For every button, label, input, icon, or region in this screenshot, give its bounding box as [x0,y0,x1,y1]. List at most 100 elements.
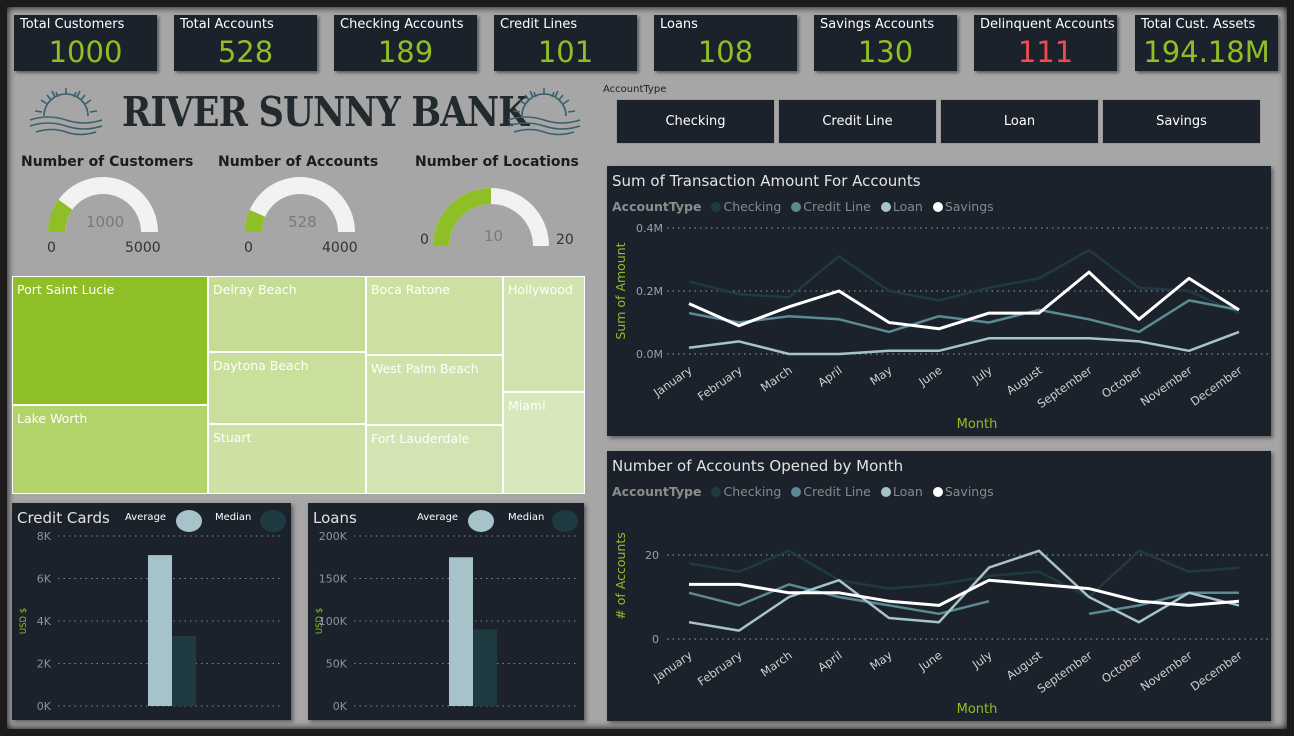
gauge-min: 0 [47,240,56,256]
accounts-line-chart: 20 0 January February March April May June July A… [613,532,1269,717]
gauge-min: 0 [244,240,253,256]
y-axis-label: USD $ [315,608,325,634]
kpi-label: Delinquent Accounts [980,17,1115,32]
bar-average[interactable] [148,555,172,706]
bar-median[interactable] [473,629,497,707]
x-axis-label: Month [957,702,998,717]
x-tick-label: July [969,363,995,387]
kpi-checking-accounts: Checking Accounts 189 [334,15,477,71]
x-tick-label: February [695,648,745,689]
treemap-tile[interactable]: Hollywood [503,276,585,392]
series-line-loan[interactable] [688,330,1240,356]
x-tick-label: June [915,648,944,674]
bar-median[interactable] [172,635,196,706]
kpi-value: 111 [1017,35,1074,69]
treemap-tile[interactable]: Delray Beach [208,276,366,352]
kpi-value: 194.18M [1143,35,1270,69]
loans-panel: Loans Average Median 200K 150K 100K 50K 0K US… [308,503,584,720]
x-tick-label: December [1188,648,1245,694]
gauge-min: 0 [420,232,429,248]
gauge-max: 4000 [322,240,358,256]
y-tick-label: 50K [326,658,348,671]
loans-bar-chart: 200K150K100K50K0KUSD $ [315,530,576,713]
x-tick-label: November [1138,363,1195,409]
y-tick-label: 0 [652,633,659,646]
x-tick-label: March [758,648,795,680]
x-tick-label: May [867,363,895,388]
kpi-total-customers: Total Customers 1000 [14,15,157,71]
x-tick-label: March [758,363,795,395]
kpi-value: 130 [857,35,914,69]
kpi-label: Savings Accounts [820,17,935,32]
x-tick-label: April [815,363,845,390]
treemap-tile[interactable]: West Palm Beach [366,355,503,425]
locations-treemap: Port Saint Lucie Lake Worth Delray Beach… [12,276,585,494]
kpi-value: 108 [697,35,754,69]
kpi-value: 101 [537,35,594,69]
x-tick-label: November [1138,648,1195,694]
bank-name: RIVER SUNNY BANK [122,88,529,136]
treemap-tile[interactable]: Miami [503,392,585,494]
gauge-max: 5000 [125,240,161,256]
x-tick-label: February [695,363,745,404]
x-tick-label: June [915,363,944,389]
y-tick-label: 20 [645,549,659,562]
y-tick-label: 4K [37,615,52,628]
x-tick-label: April [815,648,845,675]
treemap-tile[interactable]: Lake Worth [12,405,208,494]
treemap-tile[interactable]: Stuart [208,424,366,494]
slicer-option-savings[interactable]: Savings [1102,99,1261,144]
kpi-label: Total Customers [20,17,125,32]
y-tick-label: 0.0M [636,348,663,361]
kpi-label: Total Cust. Assets [1141,17,1256,32]
x-tick-label: January [650,648,695,685]
x-tick-label: September [1035,363,1095,411]
x-tick-label: October [1099,363,1145,401]
kpi-label: Total Accounts [180,17,274,32]
gauge-max: 20 [556,232,574,248]
treemap-tile[interactable]: Port Saint Lucie [12,276,208,405]
kpi-total-accounts: Total Accounts 528 [174,15,317,71]
treemap-tile[interactable]: Fort Lauderdale [366,425,503,494]
treemap-tile[interactable]: Boca Ratone [366,276,503,355]
bar-average[interactable] [449,557,473,706]
gauge-title-accounts: Number of Accounts [218,154,379,170]
y-tick-label: 150K [319,573,348,586]
x-tick-label: August [1004,363,1045,398]
credit-cards-panel: Credit Cards Average Median 8K 6K 4K 2K 0K US… [12,503,291,720]
treemap-tile[interactable]: Daytona Beach [208,352,366,424]
y-axis-label: USD $ [19,608,29,634]
transaction-amount-panel: Sum of Transaction Amount For Accounts A… [607,166,1271,436]
kpi-delinquent-accounts: Delinquent Accounts 111 [974,15,1117,71]
y-tick-label: 0.4M [636,222,663,235]
transaction-line-chart: 0.4M 0.2M 0.0M January February March April May… [613,222,1269,432]
x-tick-label: July [969,648,995,672]
x-tick-label: December [1188,363,1245,409]
x-tick-label: May [867,648,895,673]
x-tick-label: September [1035,648,1095,696]
gauge-title-customers: Number of Customers [21,154,194,170]
y-tick-label: 0K [333,700,348,713]
kpi-credit-lines: Credit Lines 101 [494,15,637,71]
sunrise-waves-icon [507,88,581,136]
kpi-total-assets: Total Cust. Assets 194.18M [1135,15,1278,71]
y-axis-label: Sum of Amount [613,242,628,339]
kpi-savings-accounts: Savings Accounts 130 [814,15,957,71]
gauge-value: 10 [484,227,504,245]
x-tick-label: October [1099,648,1145,686]
x-tick-label: August [1004,648,1045,683]
kpi-label: Credit Lines [500,17,578,32]
gauge-value: 528 [288,213,317,231]
slicer-option-loan[interactable]: Loan [940,99,1099,144]
slicer-title: AccountType [603,84,667,95]
y-tick-label: 8K [37,530,52,543]
y-tick-label: 0.2M [636,285,663,298]
credit-cards-bar-chart: 8K 6K 4K 2K 0K USD $ [19,530,283,713]
slicer-option-checking[interactable]: Checking [616,99,775,144]
kpi-label: Loans [660,17,698,32]
gauge-title-locations: Number of Locations [415,154,579,170]
x-axis-label: Month [957,417,998,432]
gauge-fill [433,188,491,246]
slicer-option-credit-line[interactable]: Credit Line [778,99,937,144]
x-tick-label: January [650,363,695,400]
